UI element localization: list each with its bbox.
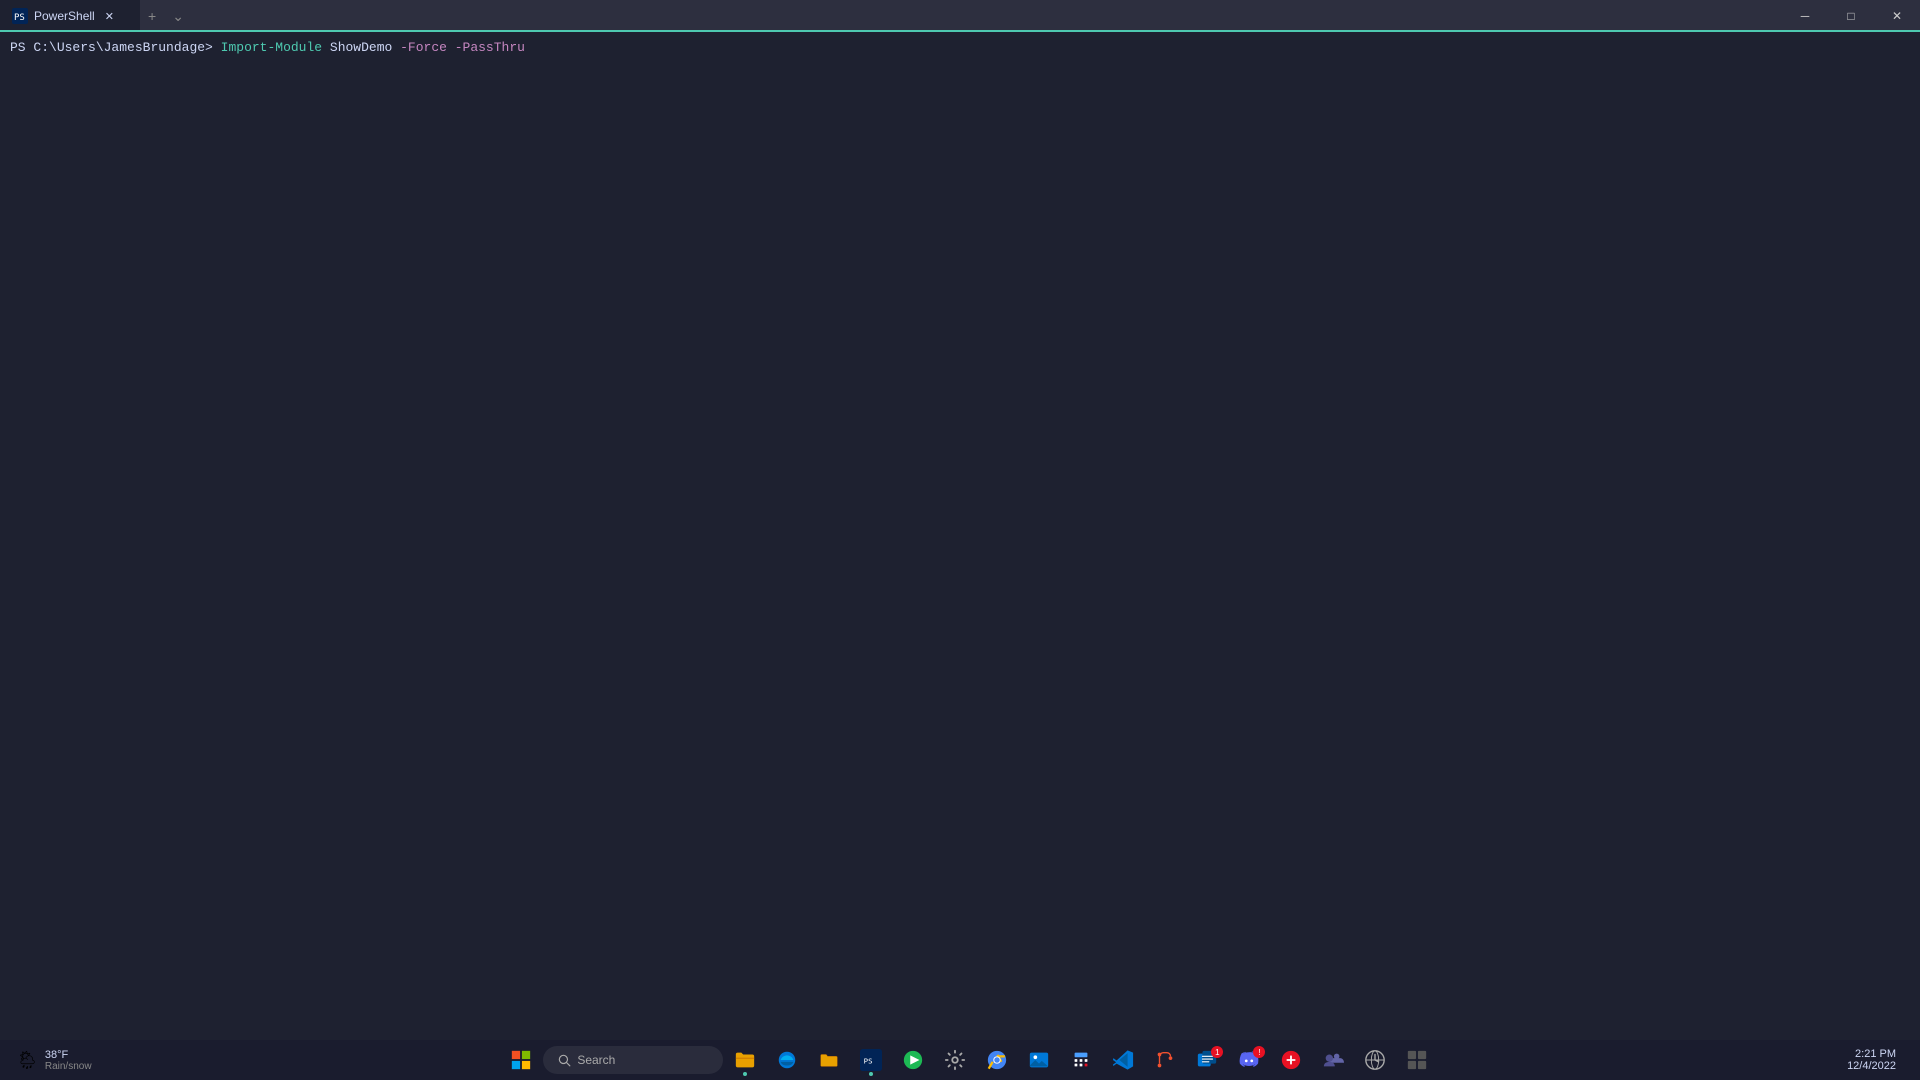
- taskbar-center: Search PS: [100, 1042, 1840, 1078]
- edge-browser-button[interactable]: [767, 1042, 807, 1078]
- weather-widget[interactable]: 🌦 38°F Rain/snow: [8, 1049, 100, 1072]
- git-button[interactable]: [1145, 1042, 1185, 1078]
- weather-condition: Rain/snow: [45, 1061, 92, 1072]
- teams-button[interactable]: [1313, 1042, 1353, 1078]
- tab-close-button[interactable]: ✕: [101, 8, 118, 25]
- svg-text:PS: PS: [14, 13, 25, 23]
- ps-label: PS: [10, 40, 26, 55]
- clock-date: 12/4/2022: [1847, 1060, 1896, 1072]
- file-explorer-button[interactable]: [725, 1042, 765, 1078]
- svg-text:PS: PS: [864, 1057, 873, 1066]
- command-params: -Force -PassThru: [392, 40, 525, 55]
- taskbar: 🌦 38°F Rain/snow Search: [0, 1040, 1920, 1080]
- new-tab-button[interactable]: +: [140, 0, 164, 32]
- discord-badge: !: [1253, 1046, 1265, 1058]
- start-button[interactable]: [501, 1042, 541, 1078]
- app1-button[interactable]: [1271, 1042, 1311, 1078]
- clock-widget[interactable]: 2:21 PM 12/4/2022: [1839, 1048, 1904, 1072]
- prompt-path: C:\Users\JamesBrundage>: [33, 40, 212, 55]
- maximize-button[interactable]: □: [1828, 0, 1874, 32]
- weather-text: 38°F Rain/snow: [45, 1049, 92, 1072]
- vscode-button[interactable]: [1103, 1042, 1143, 1078]
- weather-icon: 🌦: [16, 1050, 39, 1071]
- terminal-active-dot: [869, 1072, 873, 1076]
- active-tab-indicator: [0, 30, 1920, 32]
- close-window-button[interactable]: ✕: [1874, 0, 1920, 32]
- settings-button[interactable]: [935, 1042, 975, 1078]
- command-line: PS C:\Users\JamesBrundage> Import-Module…: [10, 40, 1910, 55]
- world-clock-button[interactable]: [1355, 1042, 1395, 1078]
- chrome-browser-button[interactable]: [977, 1042, 1017, 1078]
- tab-area: PS PowerShell ✕ + ⌄: [0, 0, 1782, 32]
- minimize-button[interactable]: ─: [1782, 0, 1828, 32]
- search-icon: [557, 1053, 571, 1067]
- terminal-taskbar-button[interactable]: PS: [851, 1042, 891, 1078]
- clock-time: 2:21 PM: [1855, 1048, 1896, 1060]
- powershell-tab-icon: PS: [12, 8, 28, 24]
- calculator-button[interactable]: [1061, 1042, 1101, 1078]
- photos-button[interactable]: [1019, 1042, 1059, 1078]
- command-argument: ShowDemo: [322, 40, 392, 55]
- outlook-button[interactable]: 1: [1187, 1042, 1227, 1078]
- discord-button[interactable]: !: [1229, 1042, 1269, 1078]
- weather-temperature: 38°F: [45, 1049, 92, 1061]
- file-explorer-active-dot: [743, 1072, 747, 1076]
- command-keyword: Import-Module: [221, 40, 322, 55]
- window-controls: ─ □ ✕: [1782, 0, 1920, 32]
- tab-title-label: PowerShell: [34, 9, 95, 23]
- outlook-badge: 1: [1211, 1046, 1223, 1058]
- search-label: Search: [577, 1053, 615, 1067]
- tab-dropdown-button[interactable]: ⌄: [164, 0, 192, 32]
- active-tab[interactable]: PS PowerShell ✕: [0, 0, 140, 32]
- system-tray: 2:21 PM 12/4/2022: [1839, 1048, 1912, 1072]
- app-store-button[interactable]: [1397, 1042, 1437, 1078]
- title-bar: PS PowerShell ✕ + ⌄ ─ □ ✕: [0, 0, 1920, 32]
- folder-button[interactable]: [809, 1042, 849, 1078]
- media-player-button[interactable]: [893, 1042, 933, 1078]
- terminal-area[interactable]: PS C:\Users\JamesBrundage> Import-Module…: [0, 32, 1920, 1040]
- search-bar[interactable]: Search: [543, 1046, 723, 1074]
